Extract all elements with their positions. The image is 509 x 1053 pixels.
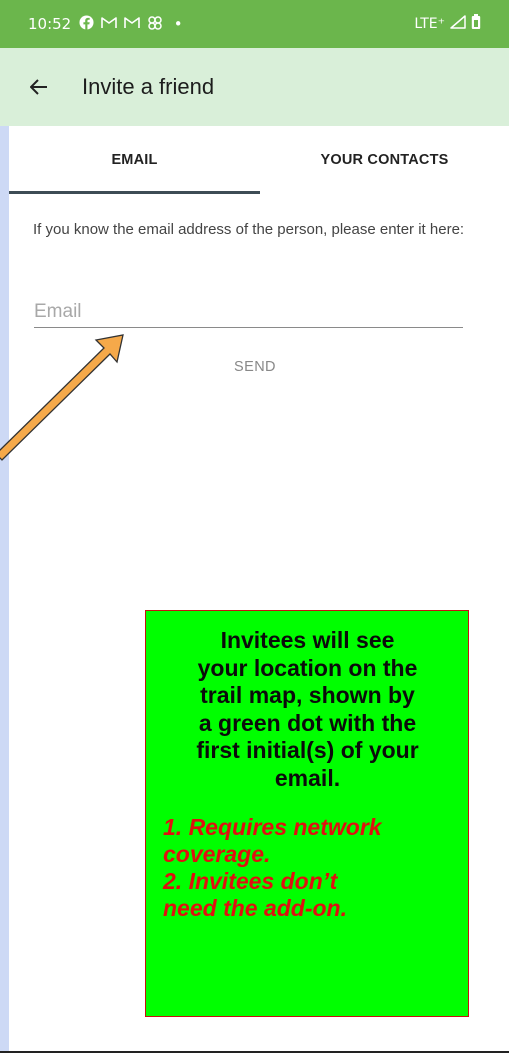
callout-line: Invitees will see [220,627,395,653]
annotation-callout: Invitees will see your location on the t… [145,610,469,1017]
callout-note-line: 1. Requires network [163,814,382,840]
callout-line: first initial(s) of your [196,737,419,763]
callout-notes: 1. Requires network coverage. 2. Invitee… [163,814,452,922]
callout-line: your location on the [197,654,418,681]
callout-note-line: coverage. [163,841,271,867]
callout-main-text: Invitees will see your location on the t… [163,627,452,792]
callout-line: a green dot with the [198,709,417,736]
callout-line: email. [274,764,341,791]
callout-note-line: 2. Invitees don’t [163,868,338,894]
callout-note-line: need the add-on. [163,895,347,921]
callout-line: trail map, shown by [200,682,415,708]
